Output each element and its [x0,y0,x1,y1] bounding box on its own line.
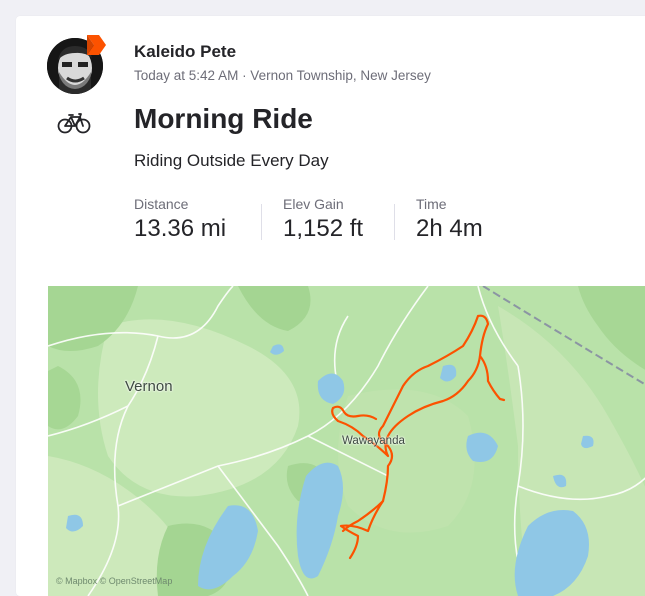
activity-meta: Today at 5:42 AM · Vernon Township, New … [134,68,431,83]
activity-card: Kaleido Pete Today at 5:42 AM · Vernon T… [16,16,645,596]
activity-title[interactable]: Morning Ride [134,103,313,135]
athlete-name[interactable]: Kaleido Pete [134,42,236,62]
stat-value: 1,152 ft [283,215,364,242]
map-label-wawayanda: Wawayanda [342,435,405,447]
stat-elev-gain: Elev Gain 1,152 ft [283,196,363,243]
stat-label: Time [416,196,447,212]
subscriber-badge-icon [84,33,108,57]
map-attribution[interactable]: © Mapbox © OpenStreetMap [56,576,172,586]
stat-divider [394,204,395,240]
stat-value: 2h 4m [416,215,483,242]
activity-description: Riding Outside Every Day [134,151,329,170]
stat-label: Elev Gain [283,196,344,212]
stat-distance: Distance 13.36 mi [134,196,226,243]
bike-icon [56,111,92,135]
map-label-vernon: Vernon [125,378,173,395]
stat-label: Distance [134,196,189,212]
stat-divider [261,204,262,240]
route-map[interactable]: Vernon Wawayanda © Mapbox © OpenStreetMa… [48,286,645,596]
stat-time: Time 2h 4m [416,196,483,243]
stat-value: 13.36 mi [134,215,227,242]
